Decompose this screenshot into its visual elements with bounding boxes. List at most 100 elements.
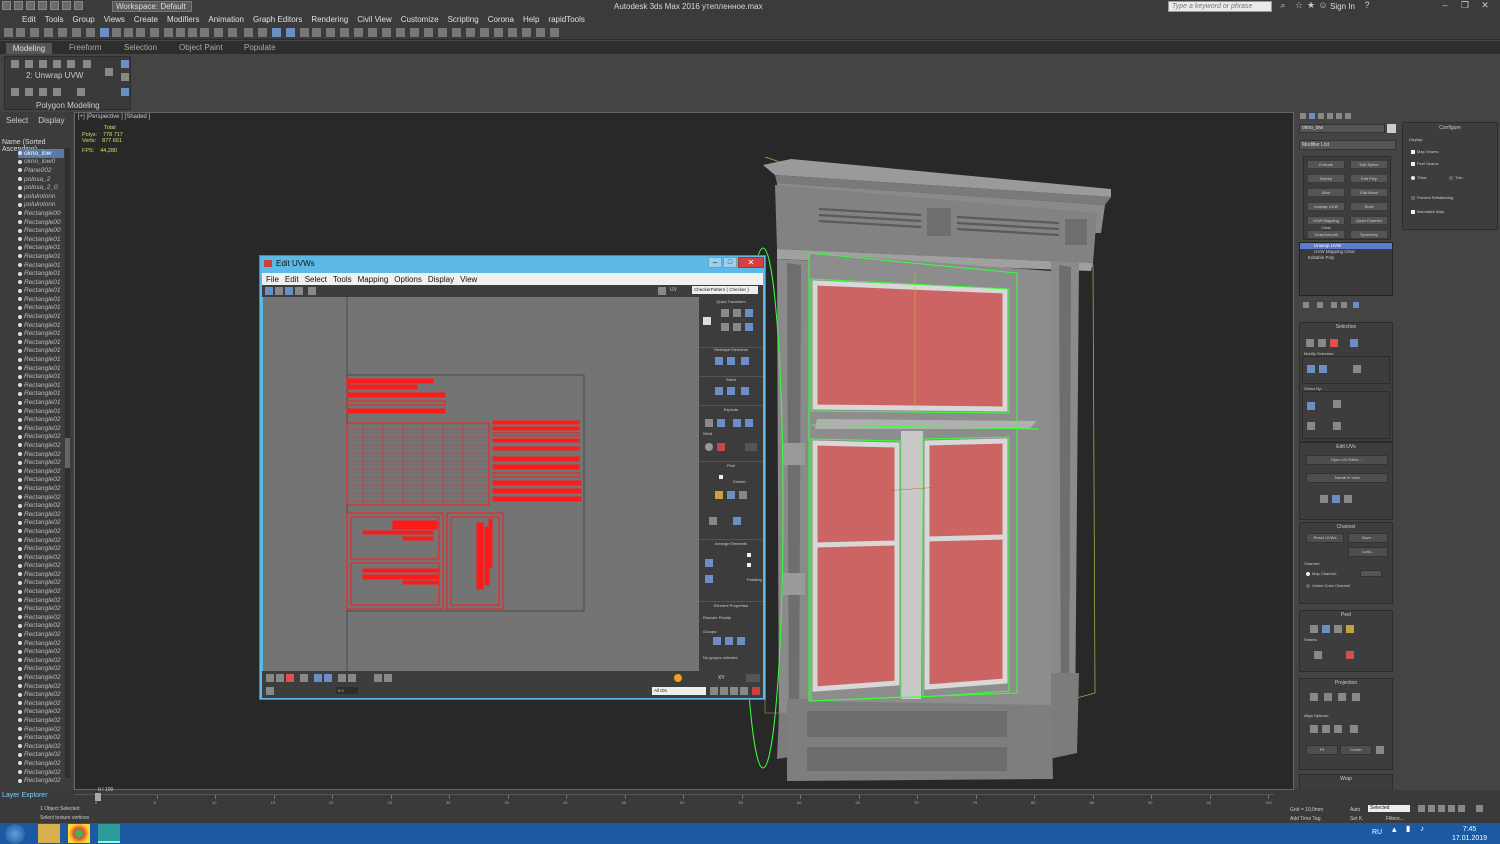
reset-projection-icon[interactable] [1376, 746, 1384, 754]
menu-scripting[interactable]: Scripting [448, 15, 479, 24]
rotate-90-icon[interactable] [745, 309, 753, 317]
load-uvw-button[interactable]: Load... [1348, 547, 1388, 557]
edit-mesh-button[interactable]: Edit Mesh [1350, 188, 1388, 197]
tab-populate[interactable]: Populate [244, 43, 276, 52]
scene-list-item[interactable]: Rectangle02 [18, 527, 64, 536]
zoom-region-icon[interactable] [730, 687, 738, 695]
object-visibility-icon[interactable] [18, 357, 22, 362]
object-visibility-icon[interactable] [18, 572, 22, 577]
scene-list-item[interactable]: Rectangle00 [18, 226, 64, 235]
scene-list-item[interactable]: Rectangle02 [18, 553, 64, 562]
object-visibility-icon[interactable] [18, 417, 22, 422]
play-icon[interactable] [1438, 805, 1445, 812]
auto-key-button[interactable]: Auto [1350, 807, 1360, 813]
uvw-menu-tools[interactable]: Tools [333, 275, 352, 284]
toolbar-tool-icon[interactable] [228, 28, 237, 37]
turbosmooth-button[interactable]: TurboSmooth [1307, 230, 1345, 239]
toolbar-tool-icon[interactable] [272, 28, 281, 37]
straighten-icon[interactable] [715, 357, 723, 365]
object-visibility-icon[interactable] [18, 151, 22, 156]
speaker-icon[interactable]: ♪ [1420, 824, 1430, 843]
toolbar-tool-icon[interactable] [326, 28, 335, 37]
toolbar-tool-icon[interactable] [312, 28, 321, 37]
cube-icon[interactable] [83, 60, 91, 68]
scene-list-item[interactable]: Rectangle01 [18, 355, 64, 364]
object-visibility-icon[interactable] [18, 460, 22, 465]
weld-target-icon[interactable] [717, 443, 725, 451]
toolbar-tool-icon[interactable] [200, 28, 209, 37]
object-visibility-icon[interactable] [18, 727, 22, 732]
menu-graph-editors[interactable]: Graph Editors [253, 15, 302, 24]
align-vertical-icon[interactable] [721, 309, 729, 317]
toolbar-tool-icon[interactable] [112, 28, 121, 37]
thin-radio[interactable]: Thin [1449, 175, 1463, 180]
selection-rollout-title[interactable]: Selection [1300, 324, 1392, 330]
sweep-button[interactable]: Sweep [1307, 174, 1345, 183]
close-icon[interactable]: ✕ [1480, 1, 1490, 11]
quick-peel-icon[interactable] [715, 491, 723, 499]
goto-end-icon[interactable] [1458, 805, 1465, 812]
set-key-button[interactable]: Set K. [1350, 816, 1364, 822]
menu-corona[interactable]: Corona [488, 15, 514, 24]
toolbar-tool-icon[interactable] [16, 28, 25, 37]
scene-list-item[interactable]: Rectangle01 [18, 244, 64, 253]
polygon-icon[interactable] [53, 60, 61, 68]
peel-tool-2-icon[interactable] [1322, 625, 1330, 633]
object-visibility-icon[interactable] [18, 546, 22, 551]
scene-list-item[interactable]: Plane002 [18, 166, 64, 175]
break-icon[interactable] [717, 419, 725, 427]
object-visibility-icon[interactable] [18, 391, 22, 396]
star-icon[interactable]: ☆ [1294, 1, 1304, 11]
object-visibility-icon[interactable] [18, 666, 22, 671]
scene-list-item[interactable]: Rectangle01 [18, 321, 64, 330]
menu-edit[interactable]: Edit [22, 15, 36, 24]
object-visibility-icon[interactable] [18, 245, 22, 250]
shell-button[interactable]: Shell [1350, 202, 1388, 211]
toolbar-tool-icon[interactable] [410, 28, 419, 37]
reset-uvws-button[interactable]: Reset UVWs [1306, 533, 1344, 543]
relax-icon[interactable] [727, 357, 735, 365]
object-visibility-icon[interactable] [18, 426, 22, 431]
scene-list-item[interactable]: Rectangle01 [18, 278, 64, 287]
explode-by-smoothing-icon[interactable] [733, 419, 741, 427]
make-unique-icon[interactable] [121, 73, 129, 81]
uv-tool-2-icon[interactable] [1332, 495, 1340, 503]
user-icon[interactable]: ☺ [1318, 1, 1328, 11]
thick-radio[interactable]: Thick [1411, 175, 1427, 180]
scene-list-item[interactable]: Rectangle02 [18, 656, 64, 665]
object-visibility-icon[interactable] [18, 185, 22, 190]
uv-tool-1-icon[interactable] [1320, 495, 1328, 503]
object-visibility-icon[interactable] [18, 761, 22, 766]
scene-list-item[interactable]: Rectangle02 [18, 733, 64, 742]
toolbar-tool-icon[interactable] [124, 28, 133, 37]
linear-align-icon[interactable] [745, 323, 753, 331]
open-file-icon[interactable] [26, 1, 35, 10]
weld-threshold-field[interactable] [745, 443, 757, 451]
help-icon[interactable]: ? [1362, 1, 1372, 11]
toolbar-tool-icon[interactable] [536, 28, 545, 37]
scene-list-item[interactable]: Rectangle02 [18, 673, 64, 682]
object-visibility-icon[interactable] [18, 701, 22, 706]
scene-list-item[interactable]: Rectangle02 [18, 415, 64, 424]
object-visibility-icon[interactable] [18, 366, 22, 371]
peel-seams-checkbox[interactable]: Peel Seams [1411, 161, 1439, 166]
object-visibility-icon[interactable] [18, 589, 22, 594]
object-visibility-icon[interactable] [18, 452, 22, 457]
object-visibility-icon[interactable] [18, 718, 22, 723]
configure-title[interactable]: Configure [1403, 125, 1497, 131]
object-visibility-icon[interactable] [18, 503, 22, 508]
object-visibility-icon[interactable] [18, 770, 22, 775]
object-visibility-icon[interactable] [18, 271, 22, 276]
menu-tools[interactable]: Tools [45, 15, 64, 24]
toolbar-tool-icon[interactable] [136, 28, 145, 37]
edge-sel-to-seams-icon[interactable] [1346, 651, 1354, 659]
toolbar-tool-icon[interactable] [164, 28, 173, 37]
object-color-swatch[interactable] [1387, 124, 1396, 133]
uvw-menu-display[interactable]: Display [428, 275, 454, 284]
configure-sets-icon[interactable] [121, 88, 129, 96]
uvw-menu-edit[interactable]: Edit [285, 275, 299, 284]
pan-icon[interactable] [710, 687, 718, 695]
vertex-sel-icon[interactable] [1306, 339, 1314, 347]
auto-pin-icon[interactable] [733, 517, 741, 525]
edit-poly-button[interactable]: Edit Poly [1350, 174, 1388, 183]
